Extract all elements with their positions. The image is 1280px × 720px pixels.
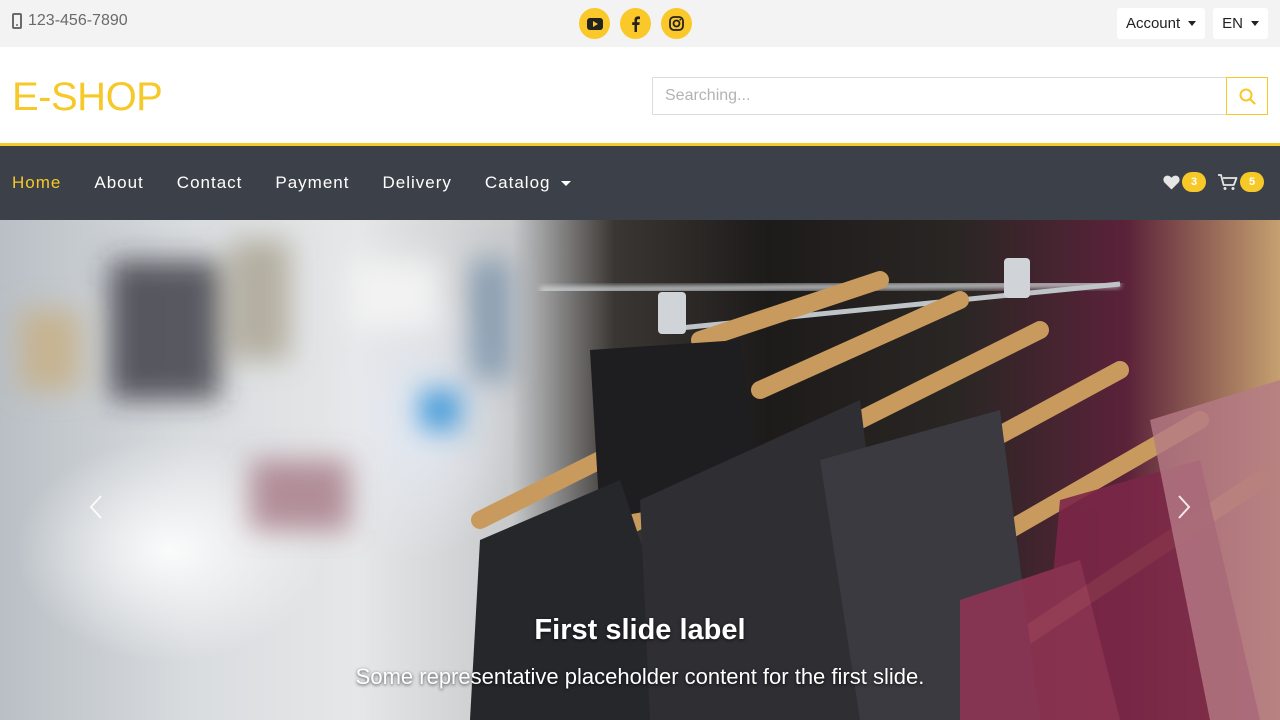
slide-text: Some representative placeholder content …	[355, 664, 925, 689]
nav-item-delivery[interactable]: Delivery	[382, 173, 451, 193]
hero-carousel: First slide label Some representative pl…	[0, 220, 1280, 720]
header: E-SHOP	[0, 47, 1280, 146]
social-links	[579, 8, 692, 39]
nav-item-home[interactable]: Home	[12, 173, 61, 193]
chevron-right-icon	[1178, 495, 1191, 519]
wishlist-button[interactable]: 3	[1163, 172, 1206, 192]
cart-count-badge: 5	[1240, 172, 1264, 192]
slide-title: First slide label	[534, 614, 746, 646]
logo[interactable]: E-SHOP	[12, 75, 163, 120]
facebook-link[interactable]	[620, 8, 651, 39]
nav-links: Home About Contact Payment Delivery Cata…	[12, 146, 571, 220]
wishlist-count-badge: 3	[1182, 172, 1206, 192]
chevron-down-icon	[1251, 21, 1259, 26]
catalog-label: Catalog	[484, 173, 551, 192]
carousel-next-button[interactable]	[1164, 482, 1204, 532]
top-right-menus: Account EN	[1116, 8, 1268, 39]
cart-button[interactable]: 5	[1218, 172, 1264, 192]
account-label: Account	[1125, 15, 1181, 32]
nav-item-contact[interactable]: Contact	[177, 173, 243, 193]
phone-number: 123-456-7890	[28, 12, 128, 29]
search-bar	[652, 77, 1268, 115]
facebook-icon	[632, 15, 640, 32]
nav-item-catalog[interactable]: Catalog	[485, 173, 571, 193]
language-dropdown[interactable]: EN	[1213, 8, 1268, 39]
chevron-down-icon	[560, 180, 571, 186]
instagram-icon	[669, 16, 684, 31]
youtube-icon	[586, 17, 603, 30]
heart-icon	[1163, 175, 1180, 189]
chevron-left-icon	[89, 495, 102, 519]
chevron-down-icon	[1188, 21, 1197, 26]
youtube-link[interactable]	[579, 8, 610, 39]
nav-counters: 3 5	[1163, 172, 1264, 192]
phone-contact: 123-456-7890	[12, 12, 128, 30]
phone-icon	[12, 13, 22, 29]
nav-item-payment[interactable]: Payment	[275, 173, 349, 193]
main-nav: Home About Contact Payment Delivery Cata…	[0, 146, 1280, 220]
carousel-caption: First slide label Some representative pl…	[0, 614, 1280, 690]
instagram-link[interactable]	[661, 8, 692, 39]
nav-item-about[interactable]: About	[94, 173, 143, 193]
topbar: 123-456-7890 Account EN	[0, 0, 1280, 47]
search-icon	[1239, 88, 1256, 105]
account-dropdown[interactable]: Account	[1116, 8, 1206, 39]
cart-icon	[1218, 173, 1238, 190]
carousel-prev-button[interactable]	[76, 482, 116, 532]
search-input[interactable]	[652, 77, 1226, 115]
language-label: EN	[1222, 15, 1243, 32]
search-button[interactable]	[1226, 77, 1268, 115]
